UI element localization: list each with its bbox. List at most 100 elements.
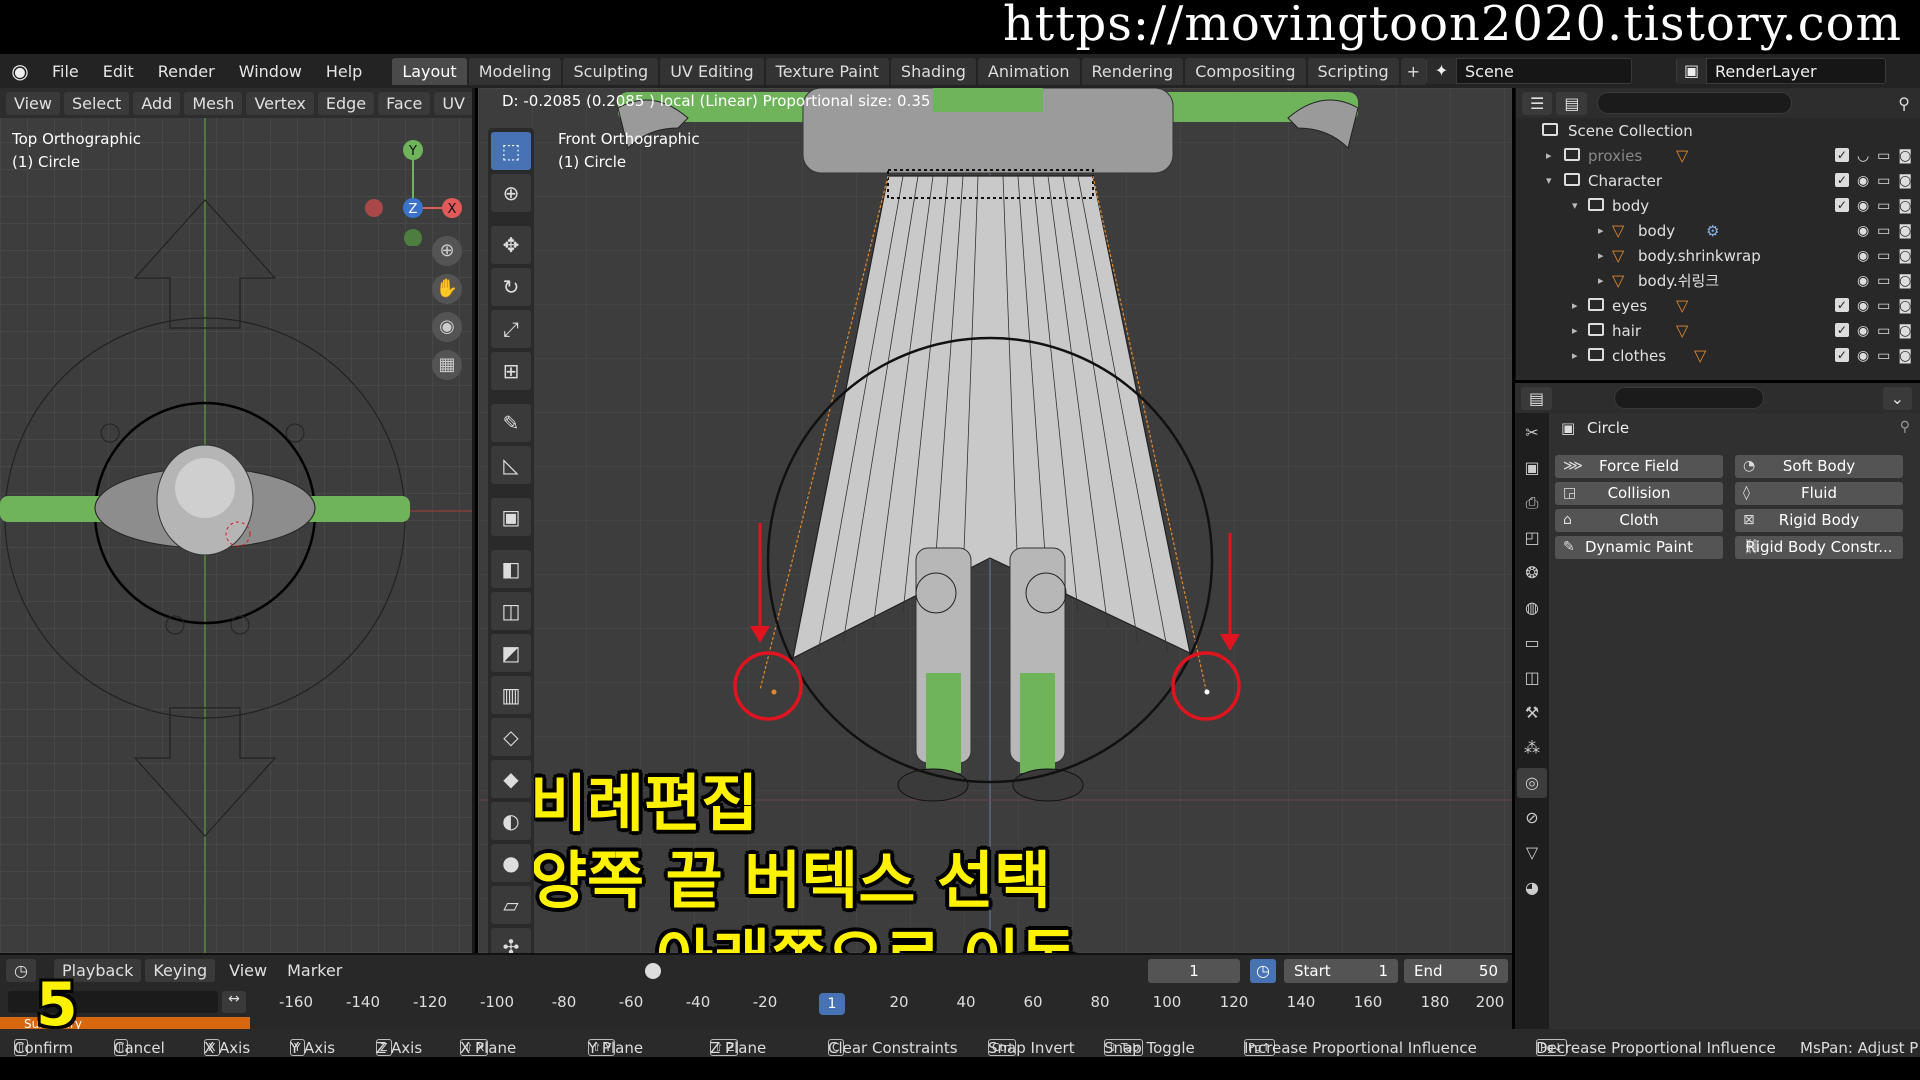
tool-tab-icon[interactable]: ✂ (1517, 418, 1547, 448)
properties-search-input[interactable] (1614, 387, 1765, 409)
move-tool-icon[interactable]: ✥ (491, 226, 531, 264)
spin-tool-icon[interactable]: ◐ (491, 802, 531, 840)
tab-sculpting[interactable]: Sculpting (563, 57, 659, 85)
eye-icon[interactable]: ◉ (1857, 173, 1869, 189)
add-workspace-button[interactable]: + (1400, 57, 1427, 85)
outliner-row-clothes[interactable]: ▸ clothes ▽ ✓ ◉ ▭ ◙ (1516, 343, 1920, 368)
outliner-search-input[interactable] (1597, 92, 1793, 114)
menu-file[interactable]: File (40, 62, 91, 81)
scale-tool-icon[interactable]: ⤢ (491, 310, 531, 348)
camera-icon[interactable]: ◙ (1898, 298, 1912, 314)
preview-range-icon[interactable]: ◷ (1250, 959, 1276, 983)
blender-logo-icon[interactable]: ◉ (0, 59, 40, 83)
monitor-icon[interactable]: ▭ (1877, 348, 1890, 364)
eye-icon[interactable]: ◉ (1857, 223, 1869, 239)
select-menu[interactable]: Select (63, 91, 130, 115)
object-tab-icon[interactable]: ◫ (1517, 663, 1547, 693)
tab-compositing[interactable]: Compositing (1185, 57, 1306, 85)
eye-icon[interactable]: ◡ (1857, 148, 1869, 164)
loop-cut-tool-icon[interactable]: ▥ (491, 676, 531, 714)
tab-animation[interactable]: Animation (977, 57, 1080, 85)
outliner-row-proxies[interactable]: ▸ proxies ▽ ✓ ◡ ▭ ◙ (1516, 143, 1920, 168)
menu-window[interactable]: Window (227, 62, 314, 81)
outliner-row-eyes[interactable]: ▸ eyes ▽ ✓ ◉ ▭ ◙ (1516, 293, 1920, 318)
scene-selector[interactable]: ✦ Scene (1426, 58, 1632, 84)
inset-tool-icon[interactable]: ◫ (491, 592, 531, 630)
end-frame-field[interactable]: End 50 (1404, 959, 1508, 983)
editor-type-icon[interactable]: ▤ (1521, 386, 1553, 410)
render-layer-selector[interactable]: ▣ RenderLayer (1676, 58, 1886, 84)
eye-icon[interactable]: ◉ (1857, 298, 1869, 314)
eye-icon[interactable]: ◉ (1857, 198, 1869, 214)
eye-icon[interactable]: ◉ (1857, 348, 1869, 364)
data-tab-icon[interactable]: ▽ (1517, 838, 1547, 868)
extrude-tool-icon[interactable]: ◧ (491, 550, 531, 588)
transform-tool-icon[interactable]: ⊞ (491, 352, 531, 390)
keying-menu[interactable]: Keying (145, 958, 216, 982)
tab-layout[interactable]: Layout (392, 57, 467, 85)
camera-icon[interactable]: ◉ (432, 312, 462, 342)
uv-menu[interactable]: UV (434, 91, 472, 115)
output-tab-icon[interactable]: ⎙ (1517, 488, 1547, 518)
outliner-row-body-collection[interactable]: ▾ body ✓ ◉ ▭ ◙ (1516, 193, 1920, 218)
annotate-tool-icon[interactable]: ✎ (491, 404, 531, 442)
tab-uv-editing[interactable]: UV Editing (660, 57, 764, 85)
menu-edit[interactable]: Edit (91, 62, 146, 81)
monitor-icon[interactable]: ▭ (1877, 198, 1890, 214)
outliner-row-hair[interactable]: ▸ hair ▽ ✓ ◉ ▭ ◙ (1516, 318, 1920, 343)
rip-tool-icon[interactable]: ✣ (491, 928, 531, 953)
front-ortho-viewport[interactable]: D: -0.2085 (0.2085 ) local (Linear) Prop… (478, 88, 1512, 953)
knife-tool-icon[interactable]: ◇ (491, 718, 531, 756)
outliner-row-body-shrinkwrap[interactable]: ▸ ▽ body.shrinkwrap ◉ ▭ ◙ (1516, 243, 1920, 268)
navigation-gizmo[interactable]: Y X Z (350, 126, 470, 246)
add-cube-tool-icon[interactable]: ▣ (491, 498, 531, 536)
select-box-tool-icon[interactable]: ⬚ (491, 132, 531, 170)
monitor-icon[interactable]: ▭ (1877, 273, 1890, 289)
measure-tool-icon[interactable]: ◺ (491, 446, 531, 484)
scene-collection-row[interactable]: Scene Collection (1516, 118, 1920, 143)
outliner-row-body-shrink-kr[interactable]: ▸ ▽ body.쉬링크 ◉ ▭ ◙ (1516, 268, 1920, 293)
vertex-menu[interactable]: Vertex (246, 91, 314, 115)
edge-menu[interactable]: Edge (317, 91, 375, 115)
camera-icon[interactable]: ◙ (1898, 273, 1912, 289)
exclude-checkbox[interactable]: ✓ (1834, 172, 1849, 187)
outliner-row-body-mesh[interactable]: ▸ ▽ body ⚙ ◉ ▭ ◙ (1516, 218, 1920, 243)
pan-hand-icon[interactable]: ✋ (432, 274, 462, 304)
camera-icon[interactable]: ◙ (1898, 198, 1912, 214)
swap-arrows-icon[interactable]: ↔ (222, 991, 246, 1013)
marker-menu[interactable]: Marker (287, 961, 342, 980)
pin-icon[interactable]: ⚲ (1900, 419, 1910, 435)
grid-icon[interactable]: ▦ (432, 350, 462, 380)
monitor-icon[interactable]: ▭ (1877, 248, 1890, 264)
face-menu[interactable]: Face (378, 91, 431, 115)
current-frame-field[interactable]: 1 (1148, 959, 1240, 983)
exclude-checkbox[interactable]: ✓ (1834, 147, 1849, 162)
camera-icon[interactable]: ◙ (1898, 173, 1912, 189)
record-icon[interactable] (645, 963, 661, 979)
material-tab-icon[interactable]: ◕ (1517, 873, 1547, 903)
cursor-tool-icon[interactable]: ⊕ (491, 174, 531, 212)
mesh-menu[interactable]: Mesh (184, 91, 243, 115)
soft-body-button[interactable]: ◔ Soft Body (1735, 455, 1903, 478)
zoom-icon[interactable]: ⊕ (432, 236, 462, 266)
force-field-button[interactable]: ⋙ Force Field (1555, 455, 1723, 478)
menu-help[interactable]: Help (314, 62, 374, 81)
collision-button[interactable]: ◲ Collision (1555, 482, 1723, 505)
view-layer-tab-icon[interactable]: ◰ (1517, 523, 1547, 553)
cloth-button[interactable]: ⌂ Cloth (1555, 509, 1723, 532)
collection-tab-icon[interactable]: ▭ (1517, 628, 1547, 658)
tab-scripting[interactable]: Scripting (1307, 57, 1399, 85)
top-ortho-viewport[interactable]: View Select Add Mesh Vertex Edge Face UV… (0, 88, 475, 953)
view-menu[interactable]: View (229, 961, 267, 980)
world-tab-icon[interactable]: ◍ (1517, 593, 1547, 623)
eye-icon[interactable]: ◉ (1857, 273, 1869, 289)
camera-icon[interactable]: ◙ (1898, 348, 1912, 364)
eye-icon[interactable]: ◉ (1857, 248, 1869, 264)
monitor-icon[interactable]: ▭ (1877, 298, 1890, 314)
outliner-row-character[interactable]: ▾ Character ✓ ◉ ▭ ◙ (1516, 168, 1920, 193)
monitor-icon[interactable]: ▭ (1877, 323, 1890, 339)
camera-icon[interactable]: ◙ (1898, 223, 1912, 239)
particles-tab-icon[interactable]: ⁂ (1517, 733, 1547, 763)
smooth-tool-icon[interactable]: ● (491, 844, 531, 882)
rigid-body-button[interactable]: ⊠ Rigid Body (1735, 509, 1903, 532)
